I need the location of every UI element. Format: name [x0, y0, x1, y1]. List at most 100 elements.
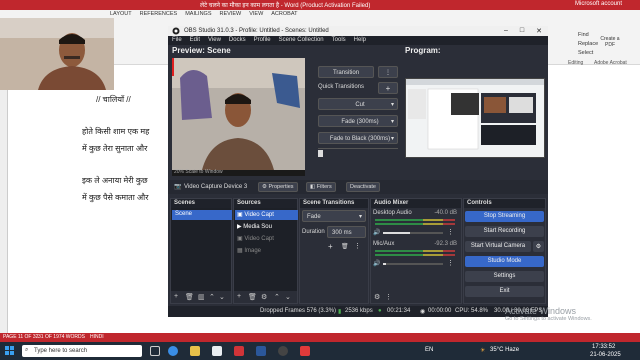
obs-icon[interactable] [278, 346, 288, 356]
start-virtual-camera-button[interactable]: Start Virtual Camera [465, 241, 531, 252]
move-up-icon[interactable]: ⌃ [274, 293, 280, 301]
deactivate-button[interactable]: Deactivate [346, 182, 380, 192]
tab-review[interactable]: REVIEW [220, 11, 242, 17]
weather-text[interactable]: 35°C Haze [490, 347, 519, 353]
virtual-camera-settings-button[interactable]: ⚙ [533, 241, 544, 252]
filters-button[interactable]: ◧ Filters [306, 182, 336, 192]
record-time: 00:00:00 [428, 308, 452, 314]
plus-icon: + [385, 84, 391, 93]
edge-icon[interactable] [168, 346, 178, 356]
properties-button[interactable]: ⚙ Properties [258, 182, 298, 192]
speaker-icon[interactable]: 🔊 [373, 229, 380, 236]
gear-icon[interactable]: ⚙ [374, 293, 380, 301]
add-scene-icon[interactable]: + [174, 293, 178, 300]
menu-scene-collection[interactable]: Scene Collection [279, 36, 324, 45]
settings-button[interactable]: Settings [465, 271, 544, 282]
gear-icon[interactable]: ⚙ [261, 293, 267, 301]
tab-layout[interactable]: LAYOUT [110, 11, 132, 17]
menu-view[interactable]: View [208, 36, 221, 45]
doc-line: // चालियाँ // [96, 95, 131, 104]
tab-view[interactable]: VIEW [249, 11, 263, 17]
transition-button[interactable]: Transition [318, 66, 374, 78]
duration-input[interactable]: 300 ms [327, 226, 366, 238]
transition-menu-button[interactable]: ⋮ [378, 66, 398, 78]
add-source-icon[interactable]: + [237, 293, 241, 300]
menu-docks[interactable]: Docks [229, 36, 246, 45]
tab-references[interactable]: REFERENCES [140, 11, 178, 17]
quick-item-label: Cut [355, 102, 365, 108]
windows-start-icon[interactable] [5, 346, 15, 356]
obs-status-bar: Dropped Frames 576 (3.3%) ▮ 2536 kbps ● … [168, 306, 548, 317]
menu-tools[interactable]: Tools [332, 36, 346, 45]
clock-date[interactable]: 21-06-2025 [590, 352, 621, 358]
tbar-slider[interactable] [318, 148, 398, 157]
move-down-icon[interactable]: ⌄ [285, 293, 291, 301]
scenes-list[interactable]: Scene [171, 208, 232, 292]
create-pdf-button[interactable]: Create a PDF [598, 36, 622, 48]
task-view-icon[interactable] [150, 346, 160, 356]
word-count: 31 OF 1974 WORDS [38, 334, 85, 340]
maximize-icon[interactable]: □ [520, 27, 524, 35]
remove-source-icon[interactable]: 🗑 [248, 293, 257, 301]
source-item[interactable]: ▶ Media Sou [235, 222, 298, 232]
transition-type-select[interactable]: Fade ▾ [302, 210, 366, 222]
bitrate: 2536 kbps [345, 308, 373, 314]
add-quick-transition-button[interactable]: + [378, 82, 398, 94]
keyboard-language[interactable]: EN [425, 347, 433, 353]
file-explorer-icon[interactable] [190, 346, 200, 356]
language: HINDI [90, 334, 104, 340]
source-item[interactable]: ▣ Video Capt [235, 234, 298, 244]
zoom-indicator[interactable]: 20% Scale to Window [174, 169, 223, 175]
tbar-handle[interactable] [318, 150, 323, 157]
remove-scene-icon[interactable]: 🗑 [185, 293, 194, 301]
preview-canvas[interactable]: 20% Scale to Window [172, 58, 305, 176]
menu-file[interactable]: File [172, 36, 182, 45]
menu-help[interactable]: Help [354, 36, 366, 45]
app-icon[interactable] [234, 346, 244, 356]
ribbon-tabs: LAYOUT REFERENCES MAILINGS REVIEW VIEW A… [110, 11, 297, 17]
stop-streaming-button[interactable]: Stop Streaming [465, 211, 544, 222]
move-down-icon[interactable]: ⌄ [219, 293, 225, 301]
tab-acrobat[interactable]: ACROBAT [271, 11, 297, 17]
studio-mode-button[interactable]: Studio Mode [465, 256, 544, 267]
menu-edit[interactable]: Edit [190, 36, 200, 45]
quick-transition-cut[interactable]: Cut ▾ [318, 98, 398, 110]
chrome-icon[interactable] [212, 346, 222, 356]
source-item[interactable]: ▣ Video Capt [235, 210, 298, 220]
more-vertical-icon[interactable]: ⋮ [447, 259, 454, 267]
quick-transition-fade-black[interactable]: Fade to Black (300ms) ▾ [318, 132, 398, 144]
quick-transition-fade[interactable]: Fade (300ms) ▾ [318, 115, 398, 127]
remove-transition-icon[interactable]: 🗑 [341, 243, 349, 250]
obs-logo-icon [172, 27, 180, 35]
exit-button[interactable]: Exit [465, 286, 544, 297]
speaker-icon[interactable]: 🔊 [373, 260, 380, 267]
more-vertical-icon[interactable]: ⋮ [354, 242, 361, 250]
start-recording-button[interactable]: Start Recording [465, 226, 544, 237]
word-icon[interactable] [256, 346, 266, 356]
sources-list[interactable]: ▣ Video Capt ▶ Media Sou ▣ Video Capt ▦ … [234, 208, 298, 292]
filter-icon: ◧ [310, 184, 317, 190]
move-up-icon[interactable]: ⌃ [209, 293, 215, 301]
scenes-dock: Scenes Scene + 🗑 ▥ ⌃ ⌄ [170, 198, 232, 304]
taskbar-search-input[interactable]: ⌕ Type here to search [22, 345, 142, 357]
more-vertical-icon[interactable]: ⋮ [385, 293, 392, 301]
tab-mailings[interactable]: MAILINGS [185, 11, 211, 17]
more-vertical-icon[interactable]: ⋮ [447, 228, 454, 236]
scenes-dock-title: Scenes [171, 199, 231, 208]
mic-aux-slider[interactable] [383, 263, 443, 265]
account-label[interactable]: Microsoft account [575, 1, 622, 7]
editing-group-label: Editing [568, 60, 584, 66]
source-item[interactable]: ▦ Image [235, 246, 298, 256]
select-button[interactable]: Select [578, 50, 640, 56]
close-icon[interactable]: ✕ [536, 27, 542, 35]
filter-icon[interactable]: ▥ [198, 293, 205, 301]
desktop-audio-slider[interactable] [383, 232, 443, 234]
sources-dock-title: Sources [234, 199, 297, 208]
scene-item[interactable]: Scene [172, 210, 232, 220]
minimize-icon[interactable]: – [504, 27, 508, 35]
menu-profile[interactable]: Profile [254, 36, 271, 45]
mic-aux-label: Mic/Aux [373, 241, 395, 247]
clock-time[interactable]: 17:33:52 [592, 344, 615, 350]
add-transition-icon[interactable]: + [328, 242, 333, 251]
acrobat-icon[interactable] [300, 346, 310, 356]
